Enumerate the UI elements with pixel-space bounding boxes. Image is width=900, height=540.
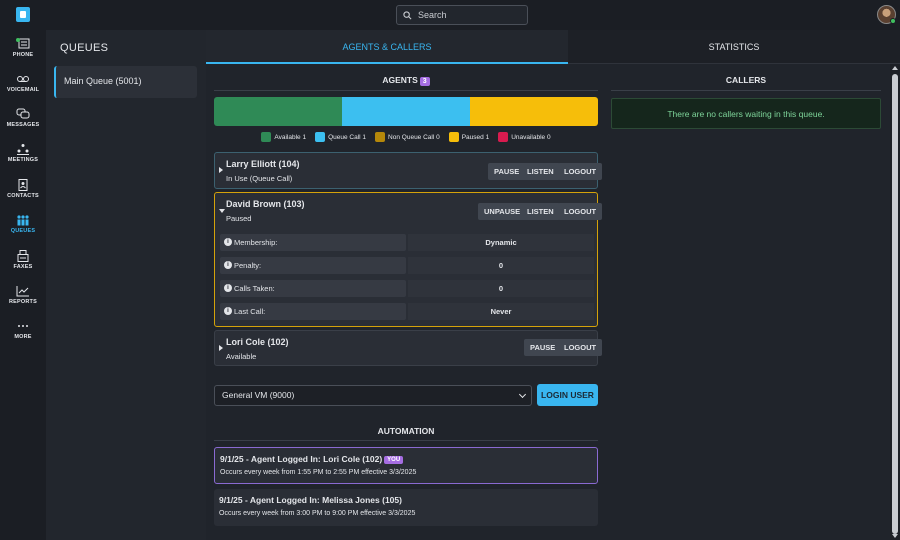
agent-status: Paused: [226, 214, 252, 223]
legend-available: Available 1: [261, 132, 306, 142]
agents-count-badge: 3: [419, 77, 430, 86]
automation-item-desc: Occurs every week from 1:55 PM to 2:55 P…: [220, 469, 417, 476]
search-placeholder: Search: [418, 10, 447, 20]
more-icon: [18, 325, 28, 327]
queues-icon: [17, 215, 29, 226]
logout-button[interactable]: LOGOUT: [558, 163, 603, 180]
listen-button[interactable]: LISTEN: [521, 203, 560, 220]
agent-name: David Brown (103): [226, 199, 305, 209]
detail-row-last-call: i Last Call: Never: [220, 303, 594, 320]
agents-header: AGENTS 3: [214, 75, 598, 86]
detail-row-membership: i Membership: Dynamic: [220, 234, 594, 251]
nav-meetings[interactable]: MEETINGS: [0, 143, 46, 163]
agent-status-bar: [214, 97, 598, 126]
tab-agents-callers[interactable]: AGENTS & CALLERS: [206, 30, 568, 64]
status-bar-segment: [342, 97, 470, 126]
status-bar-segment: [470, 97, 598, 126]
legend-swatch: [375, 132, 386, 142]
legend-swatch: [315, 132, 326, 142]
info-icon: i: [224, 261, 232, 269]
info-icon: i: [224, 307, 232, 315]
logout-button[interactable]: LOGOUT: [558, 339, 603, 356]
contacts-icon: [18, 179, 28, 191]
pause-button[interactable]: PAUSE: [488, 163, 526, 180]
search-input[interactable]: Search: [396, 5, 528, 25]
agent-card-larry[interactable]: Larry Elliott (104) In Use (Queue Call) …: [214, 152, 603, 189]
detail-row-penalty: i Penalty: 0: [220, 257, 594, 274]
phone-icon: [16, 38, 30, 49]
chevron-down-icon: [518, 390, 527, 399]
agent-card-david[interactable]: David Brown (103) Paused UNPAUSE LISTEN …: [214, 192, 603, 327]
logout-button[interactable]: LOGOUT: [558, 203, 603, 220]
main-content: AGENTS & CALLERS STATISTICS AGENTS 3 Avai…: [206, 30, 900, 540]
automation-title: AUTOMATION: [377, 426, 435, 436]
unpause-button[interactable]: UNPAUSE: [478, 203, 527, 220]
avatar[interactable]: [877, 5, 896, 24]
login-user-select[interactable]: General VM (9000): [214, 385, 532, 406]
you-badge: YOU: [384, 456, 404, 464]
presence-dot: [890, 18, 896, 24]
queues-panel: QUEUES Main Queue (5001): [46, 30, 206, 540]
top-bar: Search: [0, 0, 900, 30]
listen-button[interactable]: LISTEN: [521, 163, 560, 180]
info-icon: i: [224, 238, 232, 246]
pause-button[interactable]: PAUSE: [524, 339, 562, 356]
status-legend: Available 1 Queue Call 1 Non Queue Call …: [214, 132, 598, 142]
automation-item-title: 9/1/25 - Agent Logged In: Melissa Jones …: [219, 495, 402, 505]
nav-voicemail[interactable]: VOICEMAIL: [0, 73, 46, 93]
nav-reports[interactable]: REPORTS: [0, 285, 46, 305]
messages-icon: [16, 108, 30, 119]
login-user-button[interactable]: LOGIN USER: [537, 384, 598, 406]
callers-empty-message: There are no callers waiting in this que…: [611, 98, 881, 129]
nav-faxes[interactable]: FAXES: [0, 250, 46, 270]
status-bar-segment: [214, 97, 342, 126]
reports-icon: [16, 286, 29, 297]
automation-divider: [214, 440, 598, 441]
search-icon: [403, 10, 412, 19]
nav-more[interactable]: MORE: [0, 320, 46, 340]
agent-card-lori[interactable]: Lori Cole (102) Available PAUSE LOGOUT: [214, 330, 603, 366]
agent-name: Larry Elliott (104): [226, 159, 300, 169]
legend-unavailable: Unavailable 0: [498, 132, 551, 142]
fax-icon: [17, 250, 29, 262]
detail-row-calls-taken: i Calls Taken: 0: [220, 280, 594, 297]
legend-swatch: [261, 132, 272, 142]
legend-swatch: [448, 132, 459, 142]
legend-swatch: [498, 132, 509, 142]
legend-non-queue-call: Non Queue Call 0: [375, 132, 440, 142]
tab-statistics[interactable]: STATISTICS: [568, 30, 900, 64]
scroll-thumb[interactable]: [892, 74, 898, 534]
agent-status: Available: [226, 352, 257, 361]
scroll-down-icon[interactable]: [892, 534, 898, 538]
agent-status: In Use (Queue Call): [226, 174, 293, 183]
agents-title: AGENTS: [382, 75, 418, 85]
nav-queues[interactable]: QUEUES: [0, 214, 46, 234]
nav-messages[interactable]: MESSAGES: [0, 108, 46, 128]
automation-item[interactable]: 9/1/25 - Agent Logged In: Lori Cole (102…: [214, 447, 598, 484]
callers-title: CALLERS: [725, 75, 767, 85]
agents-divider: [214, 90, 598, 91]
queue-item-main[interactable]: Main Queue (5001): [54, 66, 197, 98]
nav-phone[interactable]: PHONE: [0, 38, 46, 58]
collapse-caret-icon[interactable]: [219, 209, 225, 213]
nav-contacts[interactable]: CONTACTS: [0, 179, 46, 199]
automation-item-title: 9/1/25 - Agent Logged In: Lori Cole (102…: [220, 454, 383, 464]
automation-item-desc: Occurs every week from 3:00 PM to 9:00 P…: [219, 510, 416, 517]
scroll-up-icon[interactable]: [892, 66, 898, 70]
callers-divider: [611, 90, 881, 91]
legend-paused: Paused 1: [448, 132, 489, 142]
meetings-icon: [17, 144, 29, 155]
left-nav-rail: PHONE VOICEMAIL MESSAGES MEETINGS CONTAC…: [0, 0, 46, 540]
scrollbar[interactable]: [890, 64, 900, 540]
expand-caret-icon[interactable]: [219, 345, 223, 351]
expand-caret-icon[interactable]: [219, 167, 223, 173]
legend-queue-call: Queue Call 1: [315, 132, 366, 142]
agent-name: Lori Cole (102): [226, 337, 289, 347]
info-icon: i: [224, 284, 232, 292]
app-logo-icon: [16, 7, 30, 22]
voicemail-icon: [17, 76, 29, 82]
queues-title: QUEUES: [60, 42, 109, 54]
automation-item[interactable]: 9/1/25 - Agent Logged In: Melissa Jones …: [214, 489, 598, 526]
